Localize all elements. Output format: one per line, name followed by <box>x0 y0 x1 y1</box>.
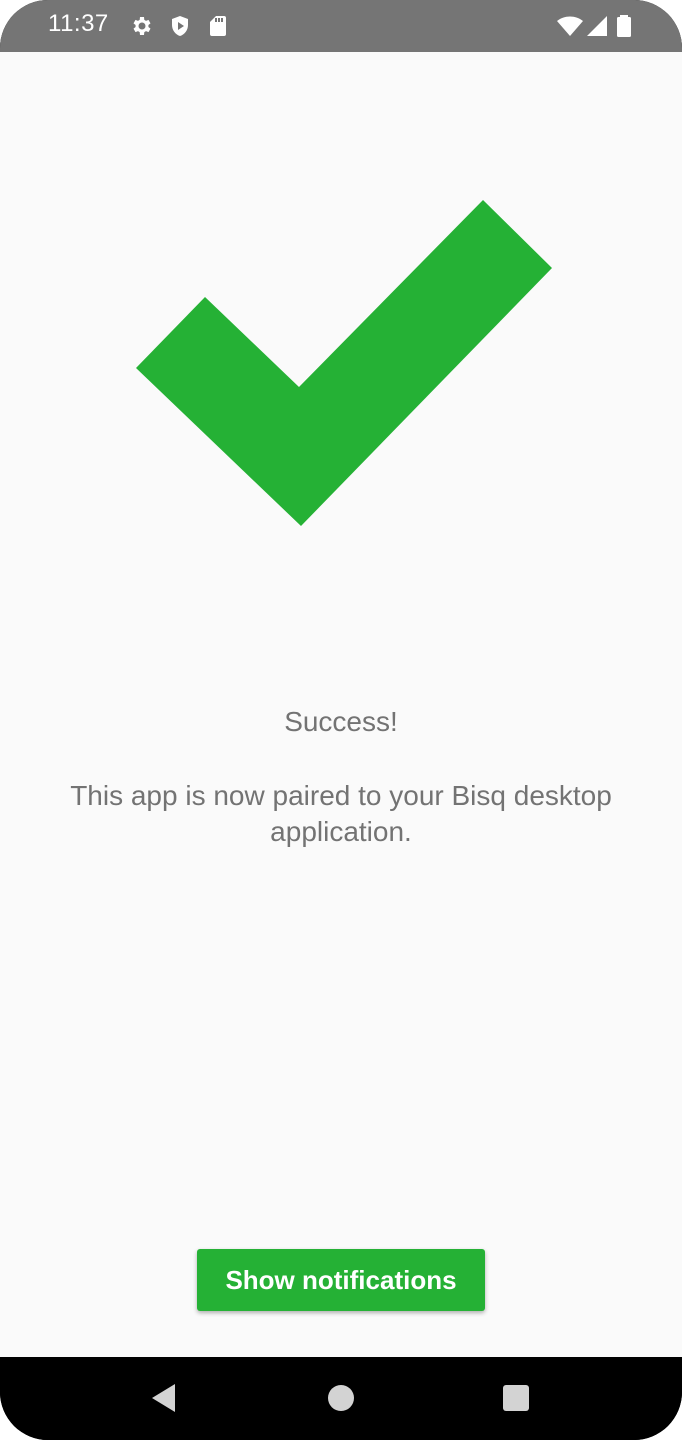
pairing-message: This app is now paired to your Bisq desk… <box>70 780 612 847</box>
signal-icon <box>587 16 607 36</box>
status-time: 11:37 <box>48 10 109 37</box>
back-icon[interactable] <box>151 1383 177 1413</box>
success-title: Success! <box>284 706 398 737</box>
sd-card-icon <box>210 16 226 36</box>
shield-play-icon <box>172 16 188 36</box>
home-icon[interactable] <box>327 1383 355 1413</box>
battery-icon <box>617 15 631 37</box>
checkmark-icon <box>136 200 552 526</box>
wifi-icon <box>557 16 583 36</box>
app-screen: Success! This app is now paired to your … <box>0 52 682 1357</box>
status-bar: 11:37 <box>0 0 682 52</box>
recents-icon[interactable] <box>503 1383 529 1413</box>
navigation-bar <box>0 1357 682 1440</box>
device-frame: 11:37 Success! This app is now paired to… <box>0 0 682 1440</box>
gear-icon <box>133 17 151 35</box>
show-notifications-button[interactable]: Show notifications <box>197 1249 485 1311</box>
